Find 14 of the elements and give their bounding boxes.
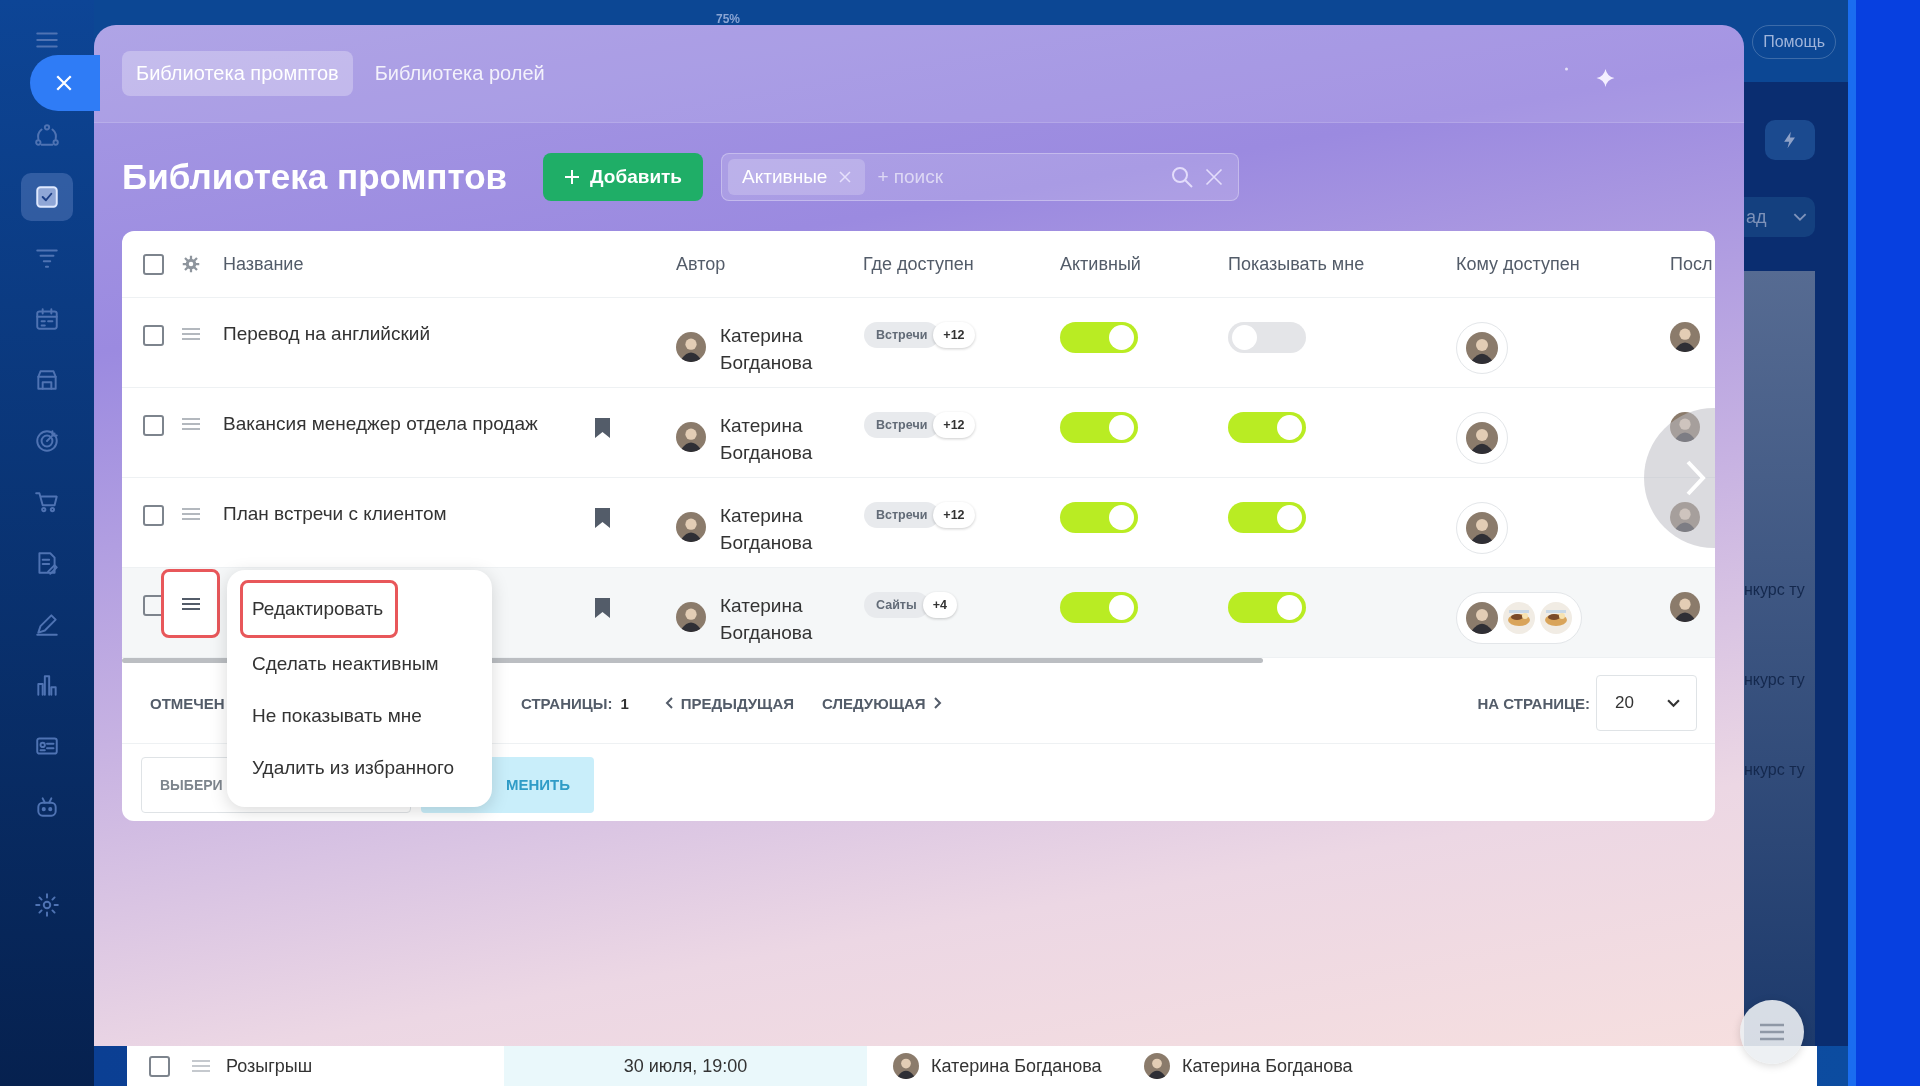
person-name: Катерина Богданова — [931, 1055, 1102, 1077]
person-name: Катерина Богданова — [1182, 1055, 1353, 1077]
author-name: Катерина Богданова — [720, 594, 814, 645]
page-title: Библиотека промптов — [122, 157, 508, 197]
author-name: Катерина Богданова — [720, 504, 814, 555]
page-number: 1 — [620, 694, 629, 712]
row-title: Розыгрыш — [226, 1055, 314, 1077]
author-name: Катерина Богданова — [720, 324, 814, 375]
author-name: Катерина Богданова — [720, 414, 814, 465]
zoom-level: 75% — [716, 12, 741, 26]
pages-label: СТРАНИЦЫ: — [521, 694, 613, 712]
selected-count-label: ОТМЕЧЕН — [150, 694, 226, 712]
date-cell: 30 июля, 19:00 — [504, 1046, 867, 1086]
per-page-label: НА СТРАНИЦЕ: — [1477, 694, 1590, 712]
